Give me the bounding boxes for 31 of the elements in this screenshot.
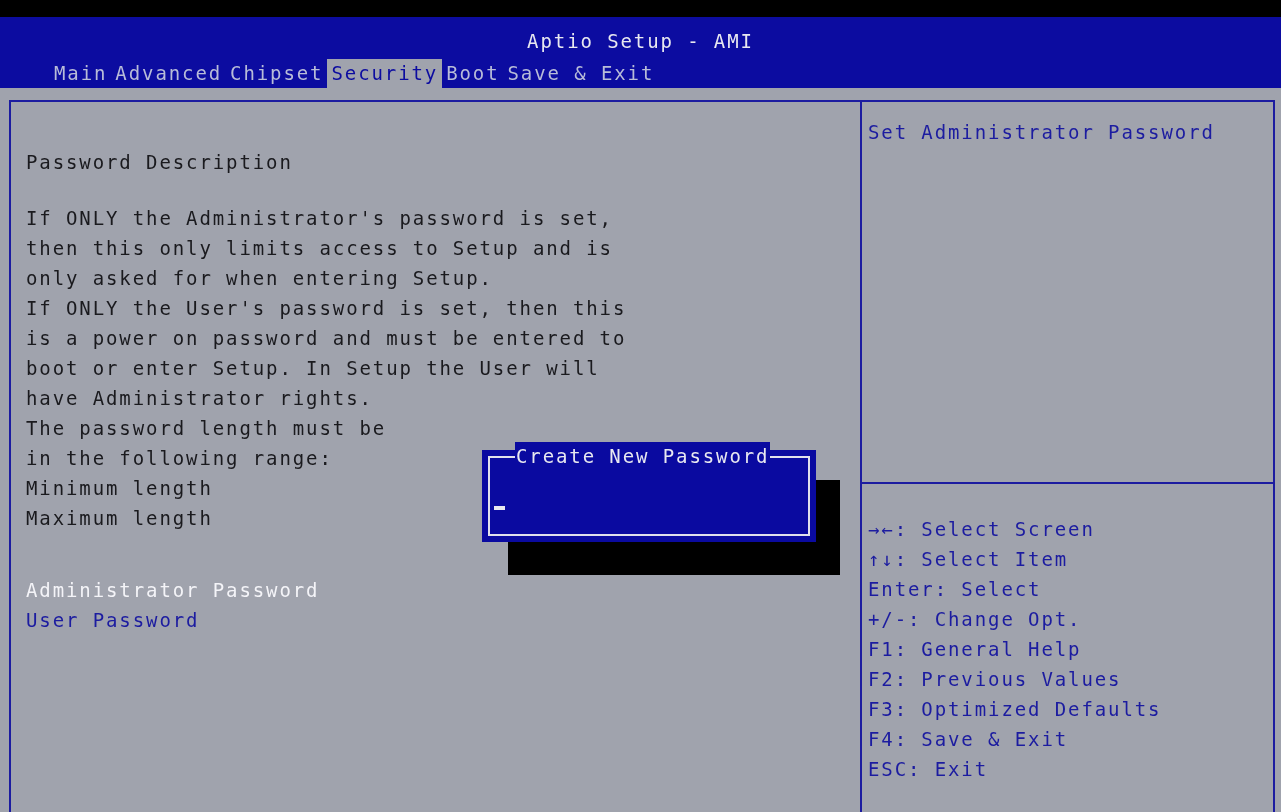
description-line: Minimum length [26, 476, 213, 501]
description-line: is a power on password and must be entered to [26, 326, 627, 351]
description-line: If ONLY the User's password is set, then this [26, 296, 627, 321]
menu-tab[interactable]: Main [50, 59, 112, 88]
text-cursor [494, 506, 505, 510]
key-help-line: →←: Select Screen [868, 517, 1095, 542]
key-help-line: Enter: Select [868, 577, 1042, 602]
key-help-line: +/-: Change Opt. [868, 607, 1082, 632]
description-line: have Administrator rights. [26, 386, 373, 411]
key-help-line: F2: Previous Values [868, 667, 1122, 692]
description-line: boot or enter Setup. In Setup the User will [26, 356, 600, 381]
key-help-line: ESC: Exit [868, 757, 989, 782]
description-line: in the following range: [26, 446, 333, 471]
key-help-line: F1: General Help [868, 637, 1082, 662]
help-text: Set Administrator Password [868, 120, 1215, 145]
section-title: Password Description [26, 150, 293, 175]
description-line: then this only limits access to Setup and is [26, 236, 613, 261]
menu-tab[interactable]: Save & Exit [503, 59, 659, 88]
description-line: If ONLY the Administrator's password is set, [26, 206, 613, 231]
description-line: only asked for when entering Setup. [26, 266, 493, 291]
menu-tab[interactable]: Advanced [111, 59, 227, 88]
key-help-line: F3: Optimized Defaults [868, 697, 1162, 722]
menu-tab[interactable]: Boot [442, 59, 504, 88]
key-help-line: ↑↓: Select Item [868, 547, 1069, 572]
menu-tab[interactable]: Security [327, 59, 443, 88]
description-line: Maximum length [26, 506, 213, 531]
menu-tab[interactable]: Chipset [226, 59, 328, 88]
window-title: Aptio Setup - AMI [527, 29, 754, 53]
description-line: The password length must be [26, 416, 387, 441]
menu-item[interactable]: User Password [26, 605, 200, 635]
key-help-line: F4: Save & Exit [868, 727, 1069, 752]
